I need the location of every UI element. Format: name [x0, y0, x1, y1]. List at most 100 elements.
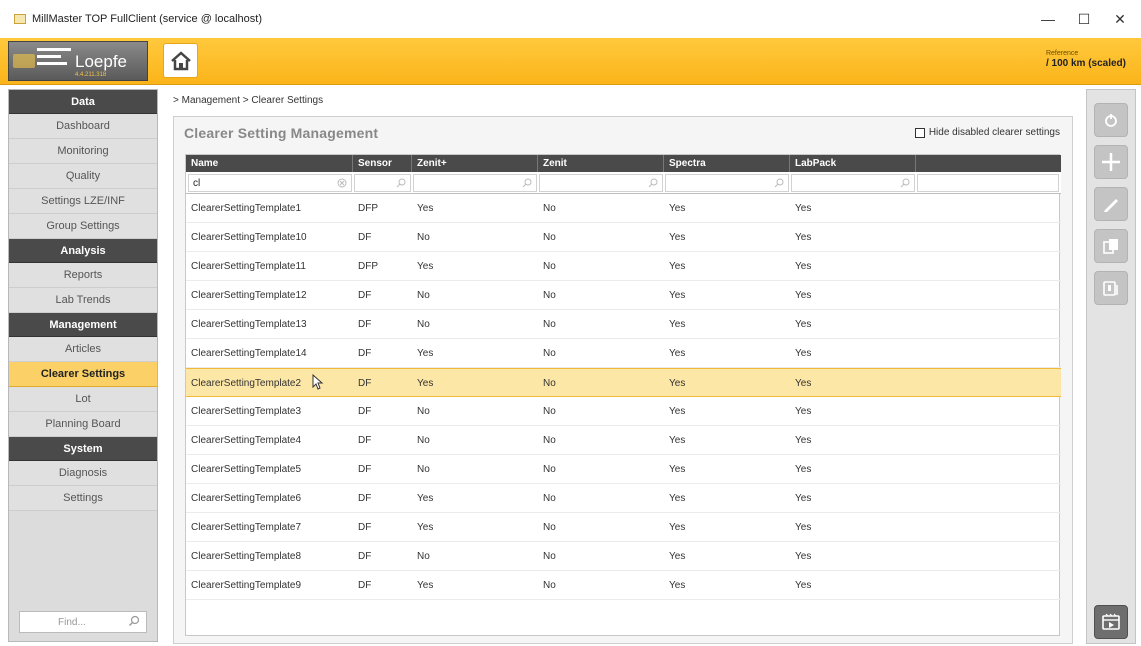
cell-sensor: DF: [358, 319, 372, 330]
cell-spectra: Yes: [669, 435, 686, 446]
table-row[interactable]: ClearerSettingTemplate7 DF Yes No Yes Yes: [186, 513, 1061, 542]
sidebar-item-lab-trends[interactable]: Lab Trends: [9, 288, 157, 313]
table-row[interactable]: ClearerSettingTemplate13 DF No No Yes Yes: [186, 310, 1061, 339]
cell-labpack: Yes: [795, 493, 812, 504]
search-icon: [900, 178, 910, 188]
table-row[interactable]: ClearerSettingTemplate9 DF Yes No Yes Yes: [186, 571, 1061, 600]
find-input[interactable]: Find...: [19, 611, 147, 633]
sidebar-group-system: System: [9, 437, 157, 461]
cell-zenit-plus: No: [417, 435, 430, 446]
sidebar-item-articles[interactable]: Articles: [9, 337, 157, 362]
logo-lines-icon: [37, 48, 71, 72]
cell-labpack: Yes: [795, 435, 812, 446]
col-header-spectra[interactable]: Spectra: [664, 155, 790, 172]
filter-zenit-plus-input[interactable]: [413, 174, 537, 192]
col-header-zenit-plus[interactable]: Zenit+: [412, 155, 538, 172]
sidebar-item-settings-lze-inf[interactable]: Settings LZE/INF: [9, 189, 157, 214]
cell-zenit: No: [543, 290, 556, 301]
filter-labpack-input[interactable]: [791, 174, 915, 192]
add-button[interactable]: [1094, 145, 1128, 179]
search-icon: [522, 178, 532, 188]
col-header-sensor[interactable]: Sensor: [353, 155, 412, 172]
import-icon: [1103, 281, 1118, 296]
logo-badge: [13, 54, 35, 68]
cell-zenit-plus: Yes: [417, 378, 434, 389]
mouse-cursor-icon: [312, 374, 324, 390]
cell-zenit-plus: No: [417, 290, 430, 301]
table-row[interactable]: ClearerSettingTemplate4 DF No No Yes Yes: [186, 426, 1061, 455]
cell-sensor: DF: [358, 493, 372, 504]
search-icon: [129, 615, 140, 626]
filter-zenit-input[interactable]: [539, 174, 663, 192]
table-row[interactable]: ClearerSettingTemplate1 DFP Yes No Yes Yes: [186, 194, 1061, 223]
table-row[interactable]: ClearerSettingTemplate5 DF No No Yes Yes: [186, 455, 1061, 484]
refresh-icon: [1105, 114, 1117, 127]
media-button[interactable]: [1094, 605, 1128, 639]
table-row[interactable]: ClearerSettingTemplate3 DF No No Yes Yes: [186, 397, 1061, 426]
maximize-button[interactable]: ☐: [1066, 0, 1102, 38]
cell-labpack: Yes: [795, 464, 812, 475]
cell-name: ClearerSettingTemplate1: [191, 203, 302, 214]
table-row[interactable]: ClearerSettingTemplate11 DFP Yes No Yes Yes: [186, 252, 1061, 281]
app-icon: [14, 14, 26, 24]
filter-extra-input[interactable]: [917, 174, 1059, 192]
cell-spectra: Yes: [669, 464, 686, 475]
cell-spectra: Yes: [669, 522, 686, 533]
table-row[interactable]: ClearerSettingTemplate14 DF Yes No Yes Yes: [186, 339, 1061, 368]
copy-button[interactable]: [1094, 229, 1128, 263]
cell-zenit-plus: Yes: [417, 348, 434, 359]
refresh-button[interactable]: [1094, 103, 1128, 137]
cell-spectra: Yes: [669, 348, 686, 359]
cell-spectra: Yes: [669, 406, 686, 417]
sidebar-item-clearer-settings[interactable]: Clearer Settings: [9, 362, 157, 387]
window-titlebar: MillMaster TOP FullClient (service @ loc…: [0, 0, 1141, 38]
col-header-zenit[interactable]: Zenit: [538, 155, 664, 172]
cell-zenit-plus: No: [417, 551, 430, 562]
action-toolbar: [1086, 89, 1136, 644]
minimize-button[interactable]: —: [1030, 0, 1066, 38]
close-button[interactable]: ✕: [1102, 0, 1138, 38]
sidebar-item-quality[interactable]: Quality: [9, 164, 157, 189]
sidebar-item-dashboard[interactable]: Dashboard: [9, 114, 157, 139]
cell-labpack: Yes: [795, 580, 812, 591]
sidebar: Data Dashboard Monitoring Quality Settin…: [8, 89, 158, 642]
cell-name: ClearerSettingTemplate12: [191, 290, 307, 301]
find-placeholder: Find...: [58, 616, 86, 628]
filter-sensor-input[interactable]: [354, 174, 411, 192]
sidebar-item-diagnosis[interactable]: Diagnosis: [9, 461, 157, 486]
sidebar-item-settings[interactable]: Settings: [9, 486, 157, 511]
filter-name-input[interactable]: cl: [188, 174, 352, 192]
edit-button[interactable]: [1094, 187, 1128, 221]
cell-zenit: No: [543, 406, 556, 417]
col-header-name[interactable]: Name: [186, 155, 353, 172]
col-header-labpack[interactable]: LabPack: [790, 155, 916, 172]
filter-spectra-input[interactable]: [665, 174, 789, 192]
cell-zenit-plus: Yes: [417, 203, 434, 214]
sidebar-item-planning-board[interactable]: Planning Board: [9, 412, 157, 437]
cell-spectra: Yes: [669, 551, 686, 562]
cell-sensor: DF: [358, 290, 372, 301]
cell-zenit: No: [543, 203, 556, 214]
import-button[interactable]: [1094, 271, 1128, 305]
sidebar-item-lot[interactable]: Lot: [9, 387, 157, 412]
reference-label: Reference: [1045, 50, 1079, 57]
table-row[interactable]: ClearerSettingTemplate6 DF Yes No Yes Yes: [186, 484, 1061, 513]
cell-labpack: Yes: [795, 522, 812, 533]
cell-zenit: No: [543, 348, 556, 359]
sidebar-item-group-settings[interactable]: Group Settings: [9, 214, 157, 239]
hide-disabled-checkbox[interactable]: Hide disabled clearer settings: [914, 127, 1060, 138]
cell-zenit: No: [543, 551, 556, 562]
cell-sensor: DF: [358, 522, 372, 533]
cell-sensor: DF: [358, 348, 372, 359]
table-row[interactable]: ClearerSettingTemplate12 DF No No Yes Yes: [186, 281, 1061, 310]
cell-zenit: No: [543, 261, 556, 272]
home-button[interactable]: [163, 43, 198, 78]
checkbox-box[interactable]: [914, 127, 925, 138]
clear-filter-icon[interactable]: [337, 178, 347, 188]
cell-zenit-plus: No: [417, 319, 430, 330]
cell-spectra: Yes: [669, 290, 686, 301]
sidebar-item-reports[interactable]: Reports: [9, 263, 157, 288]
table-row[interactable]: ClearerSettingTemplate10 DF No No Yes Yes: [186, 223, 1061, 252]
table-row[interactable]: ClearerSettingTemplate8 DF No No Yes Yes: [186, 542, 1061, 571]
sidebar-item-monitoring[interactable]: Monitoring: [9, 139, 157, 164]
